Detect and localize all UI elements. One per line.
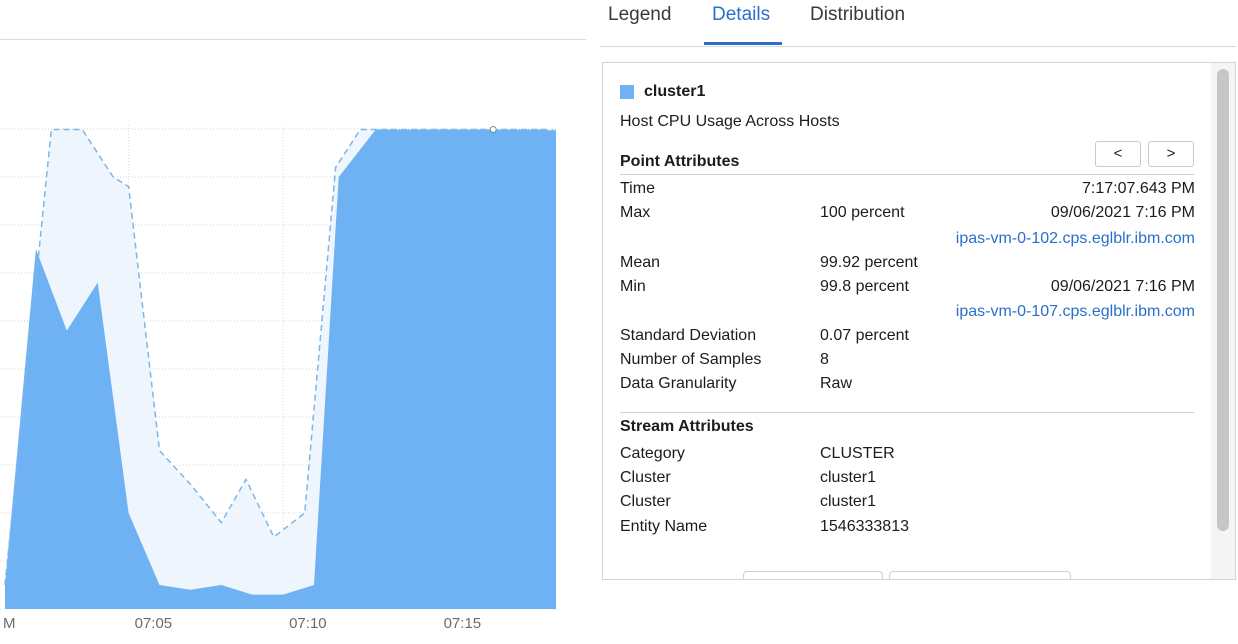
granularity-value: Raw xyxy=(820,375,853,392)
x-axis-tick-label: 07:05 xyxy=(134,615,173,632)
stream-attributes-divider xyxy=(620,412,1194,413)
cluster-label: Cluster xyxy=(620,469,671,486)
active-tab-indicator xyxy=(704,42,782,45)
min-timestamp: 09/06/2021 7:16 PM xyxy=(1050,278,1195,295)
stddev-value: 0.07 percent xyxy=(820,327,909,344)
category-label: Category xyxy=(620,445,685,462)
time-label: Time xyxy=(620,180,655,197)
chart-plot[interactable] xyxy=(0,0,590,644)
entity-name-label: Entity Name xyxy=(620,518,708,535)
stream-attributes-heading: Stream Attributes xyxy=(620,418,754,435)
mean-value: 99.92 percent xyxy=(820,254,918,271)
series-name: cluster1 xyxy=(644,83,706,100)
scrollbar-thumb[interactable] xyxy=(1217,69,1229,531)
samples-value: 8 xyxy=(820,351,829,368)
cluster-value: cluster1 xyxy=(820,469,877,486)
stddev-label: Standard Deviation xyxy=(620,327,757,344)
panel-action-button[interactable] xyxy=(889,571,1071,579)
max-timestamp: 09/06/2021 7:16 PM xyxy=(1050,204,1195,221)
point-attributes-heading: Point Attributes xyxy=(620,153,740,170)
cluster-value: cluster1 xyxy=(820,493,877,510)
series-color-swatch xyxy=(620,85,634,99)
panel-tabs: Legend Details Distribution xyxy=(600,0,1236,47)
min-label: Min xyxy=(620,278,646,295)
granularity-label: Data Granularity xyxy=(620,375,737,392)
hover-point-marker xyxy=(489,125,497,133)
tab-distribution[interactable]: Distribution xyxy=(810,4,905,26)
category-value: CLUSTER xyxy=(820,445,895,462)
x-axis-tick-label: 07:15 xyxy=(443,615,482,632)
tab-legend[interactable]: Legend xyxy=(608,4,671,26)
time-value: 7:17:07.643 PM xyxy=(1082,180,1195,197)
details-panel: cluster1 Host CPU Usage Across Hosts Poi… xyxy=(602,62,1236,580)
samples-label: Number of Samples xyxy=(620,351,762,368)
x-axis-tick-label: M xyxy=(3,615,16,632)
min-host-link[interactable]: ipas-vm-0-107.cps.eglblr.ibm.com xyxy=(956,303,1195,321)
mean-label: Mean xyxy=(620,254,661,271)
entity-name-value: 1546333813 xyxy=(820,518,909,535)
max-label: Max xyxy=(620,204,651,221)
point-attributes-divider xyxy=(620,174,1194,175)
metric-title: Host CPU Usage Across Hosts xyxy=(620,113,840,130)
tab-details[interactable]: Details xyxy=(712,4,770,26)
max-host-link[interactable]: ipas-vm-0-102.cps.eglblr.ibm.com xyxy=(956,230,1195,248)
details-scrollbar[interactable] xyxy=(1211,63,1235,579)
previous-point-button[interactable]: < xyxy=(1095,141,1141,167)
panel-action-button[interactable] xyxy=(743,571,883,579)
max-value: 100 percent xyxy=(820,204,905,221)
x-axis-tick-label: 07:10 xyxy=(289,615,327,632)
next-point-button[interactable]: > xyxy=(1148,141,1194,167)
min-value: 99.8 percent xyxy=(820,278,909,295)
cluster-label: Cluster xyxy=(620,493,671,510)
cpu-usage-chart[interactable]: M 07:05 07:10 07:15 xyxy=(0,0,590,644)
